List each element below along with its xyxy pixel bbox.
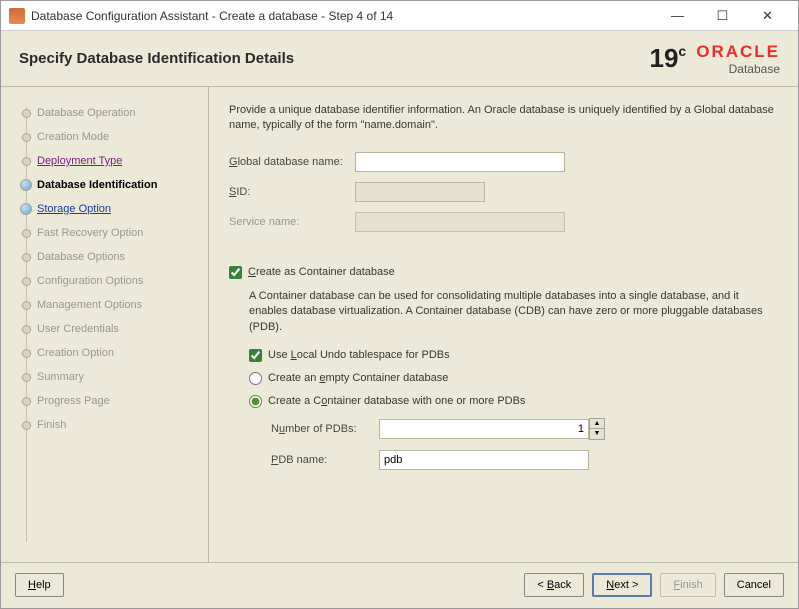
step-dot-icon [22,373,31,382]
num-pdbs-label: Number of PDBs: [271,423,379,435]
step-dot-icon [22,109,31,118]
empty-container-label: Create an empty Container database [268,372,448,384]
titlebar: Database Configuration Assistant - Creat… [1,1,798,31]
empty-container-radio[interactable] [249,372,262,385]
step-dot-icon [22,397,31,406]
step-dot-icon [22,349,31,358]
wizard-sidebar: Database Operation Creation Mode Deploymen… [1,87,209,562]
sidebar-step-9: User Credentials [19,317,208,341]
sidebar-step-label: Database Identification [37,179,157,191]
sidebar-step-4[interactable]: Storage Option [19,197,208,221]
oracle-brand: 19c ORACLE Database [650,42,781,76]
sidebar-step-label: Database Options [37,251,125,263]
maximize-button[interactable]: ☐ [700,2,745,30]
sidebar-step-label: Finish [37,419,66,431]
oracle-logo: ORACLE Database [696,42,780,76]
global-db-input[interactable] [355,152,565,172]
footer: Help < Back Next > Finish Cancel [1,562,798,606]
step-dot-icon [22,229,31,238]
cancel-button[interactable]: Cancel [724,573,784,597]
sidebar-step-label: Management Options [37,299,142,311]
finish-button: Finish [660,573,715,597]
sidebar-step-3: Database Identification [19,173,208,197]
sid-input[interactable] [355,182,485,202]
sidebar-step-label: Database Operation [37,107,135,119]
sid-label: SID: [229,186,355,198]
sidebar-step-12: Progress Page [19,389,208,413]
sidebar-step-label: Fast Recovery Option [37,227,143,239]
pdb-name-input[interactable] [379,450,589,470]
content-pane: Provide a unique database identifier inf… [209,87,798,562]
window-title: Database Configuration Assistant - Creat… [31,9,655,23]
step-dot-icon [22,325,31,334]
step-dot-icon [22,157,31,166]
num-pdbs-up-button[interactable]: ▲ [590,419,604,429]
sidebar-step-13: Finish [19,413,208,437]
with-pdb-label: Create a Container database with one or … [268,395,525,407]
sidebar-step-label: Creation Option [37,347,114,359]
num-pdbs-down-button[interactable]: ▼ [590,429,604,439]
java-icon [9,8,25,24]
num-pdbs-input[interactable] [379,419,589,439]
page-title: Specify Database Identification Details [19,50,650,67]
intro-text: Provide a unique database identifier inf… [229,103,780,134]
service-name-label: Service name: [229,216,355,228]
sidebar-step-label: Summary [37,371,84,383]
step-dot-icon [22,133,31,142]
page-header: Specify Database Identification Details … [1,31,798,87]
back-button[interactable]: < Back [524,573,584,597]
step-dot-icon [22,421,31,430]
close-button[interactable]: ✕ [745,2,790,30]
sidebar-step-2[interactable]: Deployment Type [19,149,208,173]
step-dot-icon [20,203,32,215]
step-dot-icon [22,277,31,286]
version-label: 19c [650,43,687,74]
step-dot-icon [20,179,32,191]
sidebar-step-5: Fast Recovery Option [19,221,208,245]
step-dot-icon [22,253,31,262]
global-db-label: Global database name: [229,156,355,168]
service-name-input [355,212,565,232]
with-pdb-radio[interactable] [249,395,262,408]
sidebar-step-10: Creation Option [19,341,208,365]
local-undo-checkbox[interactable] [249,349,262,362]
sidebar-step-label: Storage Option [37,203,111,215]
sidebar-step-1: Creation Mode [19,125,208,149]
sidebar-step-6: Database Options [19,245,208,269]
help-button[interactable]: Help [15,573,64,597]
pdb-name-label: PDB name: [271,454,379,466]
sidebar-step-label: Deployment Type [37,155,122,167]
minimize-button[interactable]: — [655,2,700,30]
sidebar-step-8: Management Options [19,293,208,317]
next-button[interactable]: Next > [592,573,652,597]
create-container-checkbox[interactable] [229,266,242,279]
sidebar-step-label: Creation Mode [37,131,109,143]
sidebar-step-label: User Credentials [37,323,119,335]
local-undo-label: Use Local Undo tablespace for PDBs [268,349,450,361]
num-pdbs-stepper[interactable]: ▲ ▼ [379,418,605,440]
step-dot-icon [22,301,31,310]
container-description: A Container database can be used for con… [229,289,780,335]
dbca-window: Database Configuration Assistant - Creat… [0,0,799,609]
create-container-label: Create as Container database [248,266,395,278]
sidebar-step-11: Summary [19,365,208,389]
sidebar-step-label: Configuration Options [37,275,143,287]
sidebar-step-7: Configuration Options [19,269,208,293]
sidebar-step-0: Database Operation [19,101,208,125]
sidebar-step-label: Progress Page [37,395,110,407]
